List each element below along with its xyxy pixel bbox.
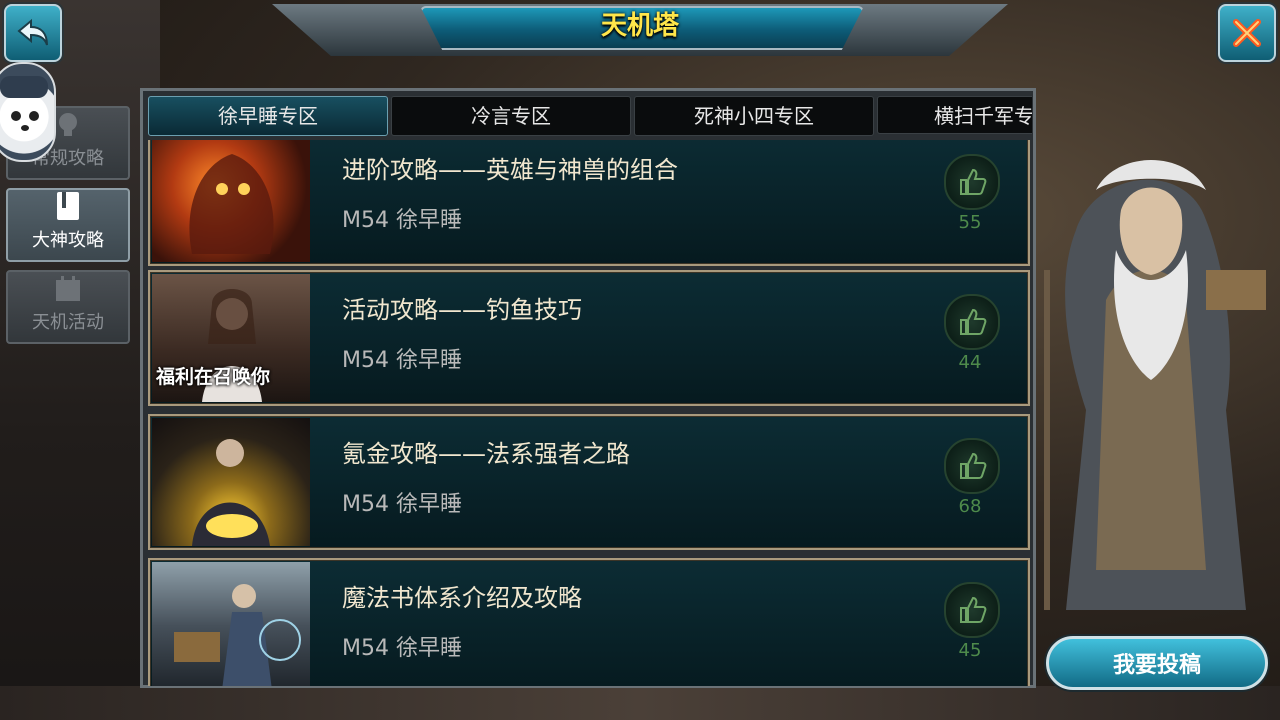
like-button[interactable] [944, 154, 1000, 210]
tab-author-1[interactable]: 徐早睡专区 [148, 96, 388, 136]
like-button[interactable] [944, 294, 1000, 350]
lightbulb-icon [59, 113, 77, 136]
author-tabs: 徐早睡专区 冷言专区 死神小四专区 横扫千军专区 [148, 96, 1032, 136]
bottom-background [0, 686, 1280, 720]
fire-beast-image [189, 154, 274, 254]
article-title: 进阶攻略——英雄与神兽的组合 [342, 156, 678, 184]
side-nav-label: 大神攻略 [32, 230, 104, 251]
tab-author-4[interactable]: 横扫千军专区 [877, 96, 1032, 134]
book-icon [57, 192, 79, 220]
article-card[interactable]: 氪金攻略——法系强者之路 M54 徐早睡 68 [148, 414, 1030, 550]
tab-author-3[interactable]: 死神小四专区 [634, 96, 874, 136]
mage-with-gold-image [192, 439, 270, 546]
article-card[interactable]: 福利在召唤你 活动攻略——钓鱼技巧 M54 徐早睡 44 [148, 270, 1030, 406]
like-count: 45 [958, 640, 982, 661]
article-title: 氪金攻略——法系强者之路 [342, 440, 630, 468]
article-title: 魔法书体系介绍及攻略 [342, 584, 582, 612]
like-count: 55 [958, 212, 982, 233]
article-title: 活动攻略——钓鱼技巧 [342, 296, 582, 324]
like-count: 44 [958, 352, 982, 373]
side-nav-label: 天机活动 [32, 312, 104, 333]
article-author: M54 徐早睡 [342, 208, 462, 233]
page-title: 天机塔 [600, 11, 679, 41]
article-card[interactable]: 魔法书体系介绍及攻略 M54 徐早睡 45 [148, 558, 1030, 686]
back-button[interactable] [4, 4, 62, 62]
article-thumbnail [152, 140, 310, 262]
article-author: M54 徐早睡 [342, 492, 462, 517]
close-button[interactable] [1218, 4, 1276, 62]
thumbs-up-icon [960, 452, 987, 479]
thumbs-up-icon [960, 168, 987, 195]
panda-avatar-icon [0, 76, 48, 131]
article-list: 进阶攻略——英雄与神兽的组合 M54 徐早睡 55 福利在召唤你 活动攻略——钓… [148, 140, 1030, 686]
article-author: M54 徐早睡 [342, 348, 462, 373]
article-thumbnail [152, 418, 310, 546]
like-button[interactable] [944, 438, 1000, 494]
article-author: M54 徐早睡 [342, 636, 462, 661]
side-nav-item-events[interactable]: 天机活动 [6, 270, 130, 344]
like-count: 68 [958, 496, 982, 517]
thumbs-up-icon [960, 308, 987, 335]
like-button[interactable] [944, 582, 1000, 638]
back-arrow-icon [17, 18, 48, 46]
thumbnail-caption: 福利在召唤你 [156, 366, 271, 388]
spellbook-mage-image [174, 584, 301, 686]
wizard-character-art [1044, 160, 1266, 610]
article-thumbnail: 福利在召唤你 [152, 274, 310, 402]
article-card[interactable]: 进阶攻略——英雄与神兽的组合 M54 徐早睡 55 [148, 140, 1030, 266]
submit-article-button[interactable]: 我要投稿 [1046, 636, 1268, 690]
article-thumbnail [152, 562, 310, 686]
side-nav-item-expert-guides[interactable]: 大神攻略 [6, 188, 130, 262]
calendar-icon [56, 276, 80, 301]
tab-author-2[interactable]: 冷言专区 [391, 96, 631, 136]
thumbs-up-icon [960, 596, 987, 623]
avatar[interactable] [0, 62, 56, 162]
close-icon [1233, 19, 1261, 47]
